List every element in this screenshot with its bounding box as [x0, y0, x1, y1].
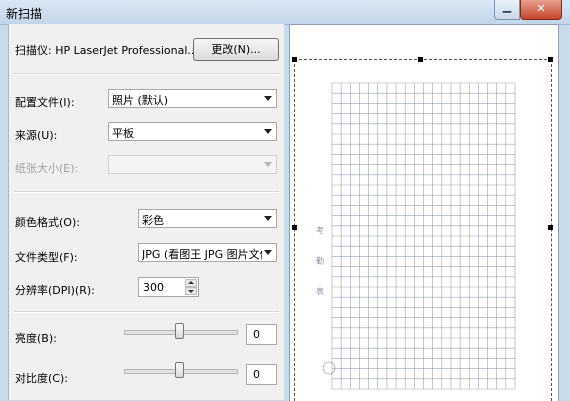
profile-select[interactable]: 照片 (默认): [108, 89, 277, 108]
color-format-label: 颜色格式(O):: [15, 216, 80, 229]
brightness-slider-thumb[interactable]: [175, 323, 184, 339]
window-title: 新扫描: [6, 7, 43, 21]
source-select[interactable]: 平板: [108, 122, 277, 141]
stamp-icon: [322, 361, 336, 375]
color-format-select[interactable]: 彩色: [138, 209, 277, 228]
source-label: 来源(U):: [15, 129, 58, 142]
contrast-input[interactable]: 0: [246, 364, 277, 385]
preview-pane: 考 勤 表: [289, 24, 559, 401]
file-type-value: JPG (看图王 JPG 图片文件: [142, 248, 262, 261]
crop-handle[interactable]: [548, 225, 553, 230]
resolution-stepper[interactable]: 300: [138, 277, 199, 297]
file-type-select[interactable]: JPG (看图王 JPG 图片文件: [138, 243, 277, 262]
minimize-icon: ▁: [502, 0, 512, 13]
brightness-input[interactable]: 0: [246, 324, 277, 345]
crop-handle[interactable]: [292, 57, 297, 62]
settings-panel: 扫描仪: HP LaserJet Professional... 更改(N)..…: [8, 24, 284, 400]
source-value: 平板: [112, 127, 134, 140]
divider: [14, 311, 279, 313]
contrast-value: 0: [253, 368, 260, 381]
color-format-value: 彩色: [142, 214, 164, 227]
contrast-label: 对比度(C):: [15, 372, 68, 385]
divider: [14, 191, 279, 193]
file-type-label: 文件类型(F):: [15, 251, 78, 264]
chevron-down-icon: [264, 96, 272, 101]
crop-handle[interactable]: [292, 225, 297, 230]
title-bar: 新扫描 ▁ ✕: [0, 0, 570, 25]
crop-handle[interactable]: [548, 57, 553, 62]
minimize-button[interactable]: ▁: [494, 0, 520, 20]
scanned-document-preview: 考 勤 表: [316, 82, 516, 390]
close-button[interactable]: ✕: [520, 0, 562, 20]
attendance-title: 考 勤 表: [316, 226, 325, 305]
divider: [14, 73, 279, 75]
chevron-down-icon: [264, 216, 272, 221]
spin-down-icon[interactable]: [185, 287, 197, 295]
brightness-value: 0: [253, 328, 260, 341]
scanner-label: 扫描仪: HP LaserJet Professional...: [15, 44, 198, 57]
resolution-label: 分辨率(DPI)(R):: [15, 284, 95, 297]
brightness-label: 亮度(B):: [15, 332, 57, 345]
close-icon: ✕: [536, 2, 546, 15]
change-scanner-label: 更改(N)...: [211, 43, 261, 56]
spin-up-icon[interactable]: [185, 279, 197, 287]
profile-value: 照片 (默认): [112, 94, 169, 107]
chevron-down-icon: [264, 129, 272, 134]
change-scanner-button[interactable]: 更改(N)...: [193, 38, 279, 61]
paper-size-label: 纸张大小(E):: [15, 162, 79, 175]
contrast-slider-thumb[interactable]: [175, 362, 184, 378]
chevron-down-icon: [264, 250, 272, 255]
crop-handle[interactable]: [418, 57, 423, 62]
profile-label: 配置文件(I):: [15, 96, 75, 109]
chevron-down-icon: [264, 162, 272, 167]
paper-size-select: [108, 155, 277, 174]
resolution-value: 300: [143, 281, 164, 294]
